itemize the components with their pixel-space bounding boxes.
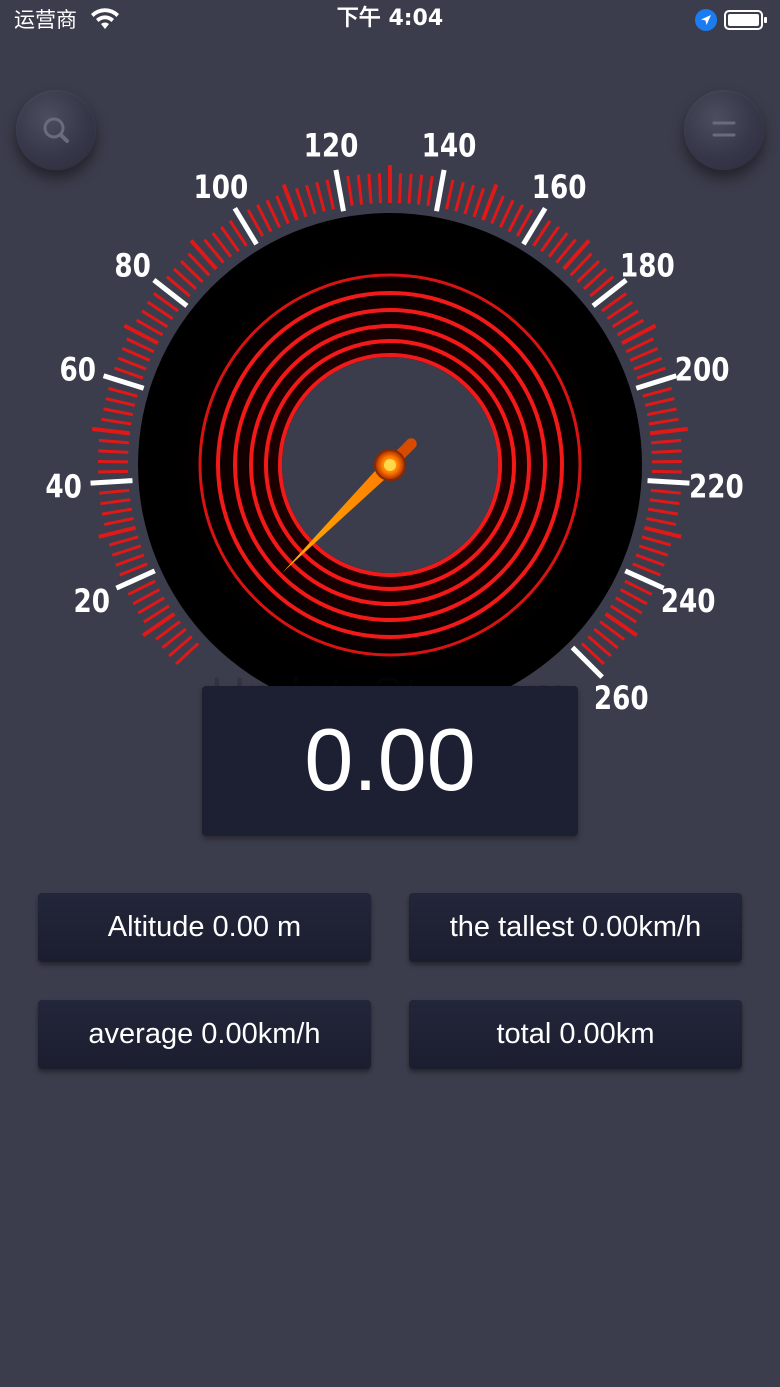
- gauge-minor-tick: [98, 438, 130, 445]
- gauge-minor-tick: [315, 181, 326, 212]
- gauge-minor-tick: [305, 184, 317, 215]
- gauge-minor-tick: [490, 195, 505, 225]
- gauge-minor-tick: [103, 407, 134, 417]
- gauge-major-tick: [434, 169, 447, 212]
- clock: 下午 4:04: [336, 6, 444, 31]
- gauge-major-tick: [647, 478, 690, 486]
- gauge-minor-tick: [117, 356, 147, 371]
- gauge-minor-tick: [638, 544, 669, 557]
- gauge-label: 120: [304, 127, 359, 164]
- gauge-minor-tick: [98, 449, 129, 454]
- gauge-minor-tick: [108, 535, 139, 547]
- gauge-label: 200: [675, 351, 730, 388]
- gauge-minor-tick: [636, 366, 666, 380]
- gauge-label: 240: [661, 583, 716, 620]
- gauge-minor-tick: [367, 173, 373, 204]
- gauge-minor-tick: [644, 397, 675, 407]
- gauge-minor-tick: [141, 612, 176, 638]
- speed-value: 0.00: [304, 710, 476, 809]
- gauge-major-tick: [90, 478, 133, 486]
- speedometer-screen: 运营商 下午 4:04 20 40 60 80 100 120 140 160 …: [0, 0, 780, 1387]
- gauge-label: 140: [422, 127, 477, 164]
- gauge-minor-tick: [454, 181, 465, 212]
- gauge-minor-tick: [651, 469, 682, 474]
- gauge-minor-tick: [294, 187, 308, 218]
- gauge-minor-tick: [629, 347, 659, 362]
- gauge-major-tick: [333, 169, 346, 212]
- gauge-minor-tick: [635, 553, 665, 567]
- gauge-minor-tick: [105, 397, 136, 407]
- gauge-minor-tick: [101, 417, 132, 426]
- status-bar: 运营商 下午 4:04: [0, 0, 780, 40]
- gauge-label: 160: [532, 169, 587, 206]
- gauge-major-tick: [521, 206, 548, 246]
- gauge-label: 20: [74, 583, 111, 620]
- max-speed-stat: the tallest 0.00km/h: [409, 893, 742, 962]
- gauge-minor-tick: [463, 184, 475, 215]
- gauge-minor-tick: [98, 469, 129, 474]
- gauge-minor-tick: [642, 386, 673, 398]
- gauge-minor-tick: [445, 179, 455, 210]
- speed-display: 0.00: [202, 686, 578, 836]
- gauge-minor-tick: [397, 173, 403, 204]
- location-arrow-icon: [695, 9, 717, 31]
- gauge-minor-tick: [275, 195, 290, 225]
- gauge-minor-tick: [114, 366, 144, 380]
- battery-icon: [724, 10, 767, 30]
- gauge-minor-tick: [416, 174, 424, 205]
- gauge-minor-tick: [426, 175, 434, 206]
- gauge-minor-tick: [407, 173, 413, 204]
- gauge-label: 60: [60, 351, 97, 388]
- gauge-minor-tick: [650, 488, 681, 495]
- gauge-minor-tick: [643, 525, 682, 539]
- average-speed-stat: average 0.00km/h: [38, 1000, 371, 1069]
- gauge-minor-tick: [91, 426, 131, 436]
- gauge-minor-tick: [633, 356, 663, 371]
- gauge-minor-tick: [649, 498, 680, 506]
- gauge-minor-tick: [650, 438, 682, 445]
- gauge-minor-tick: [499, 199, 515, 229]
- total-distance-stat: total 0.00km: [409, 1000, 742, 1069]
- gauge-minor-tick: [100, 498, 131, 506]
- gauge-major-tick: [232, 206, 259, 246]
- gauge-label: 100: [193, 169, 248, 206]
- gauge-minor-tick: [325, 179, 335, 210]
- gauge-minor-tick: [189, 239, 218, 271]
- gauge-minor-tick: [99, 488, 130, 495]
- gauge-minor-tick: [115, 553, 145, 567]
- gauge-minor-tick: [356, 174, 364, 205]
- gauge-minor-tick: [265, 199, 281, 229]
- gauge-label: 180: [620, 247, 675, 284]
- speedometer-gauge: 20406080100120 140160180200220240260: [45, 127, 744, 717]
- gauge-minor-tick: [472, 187, 486, 218]
- needle-hub-center: [384, 459, 396, 471]
- gauge-minor-tick: [121, 347, 151, 362]
- gauge-minor-tick: [98, 525, 137, 539]
- gauge-minor-tick: [111, 544, 142, 557]
- gauge-minor-tick: [377, 173, 383, 204]
- gauge-minor-tick: [562, 239, 591, 271]
- altitude-stat: Altitude 0.00 m: [38, 893, 371, 962]
- gauge-minor-tick: [107, 386, 138, 398]
- gauge-minor-tick: [648, 507, 679, 516]
- gauge-minor-tick: [646, 407, 677, 417]
- gauge-minor-tick: [346, 175, 354, 206]
- gauge-label: 220: [689, 468, 744, 505]
- gauge-minor-tick: [649, 426, 689, 436]
- gauge-minor-tick: [641, 535, 672, 547]
- gauge-minor-tick: [103, 516, 134, 527]
- gauge-label: 80: [114, 247, 151, 284]
- gauge-label: 40: [45, 468, 82, 505]
- gauge-minor-tick: [648, 417, 679, 426]
- gauge-minor-tick: [651, 449, 682, 454]
- gauge-minor-tick: [101, 507, 132, 516]
- gauge-minor-tick: [604, 612, 639, 638]
- gauge-minor-tick: [646, 516, 677, 527]
- gauge-major-tick: [152, 278, 189, 308]
